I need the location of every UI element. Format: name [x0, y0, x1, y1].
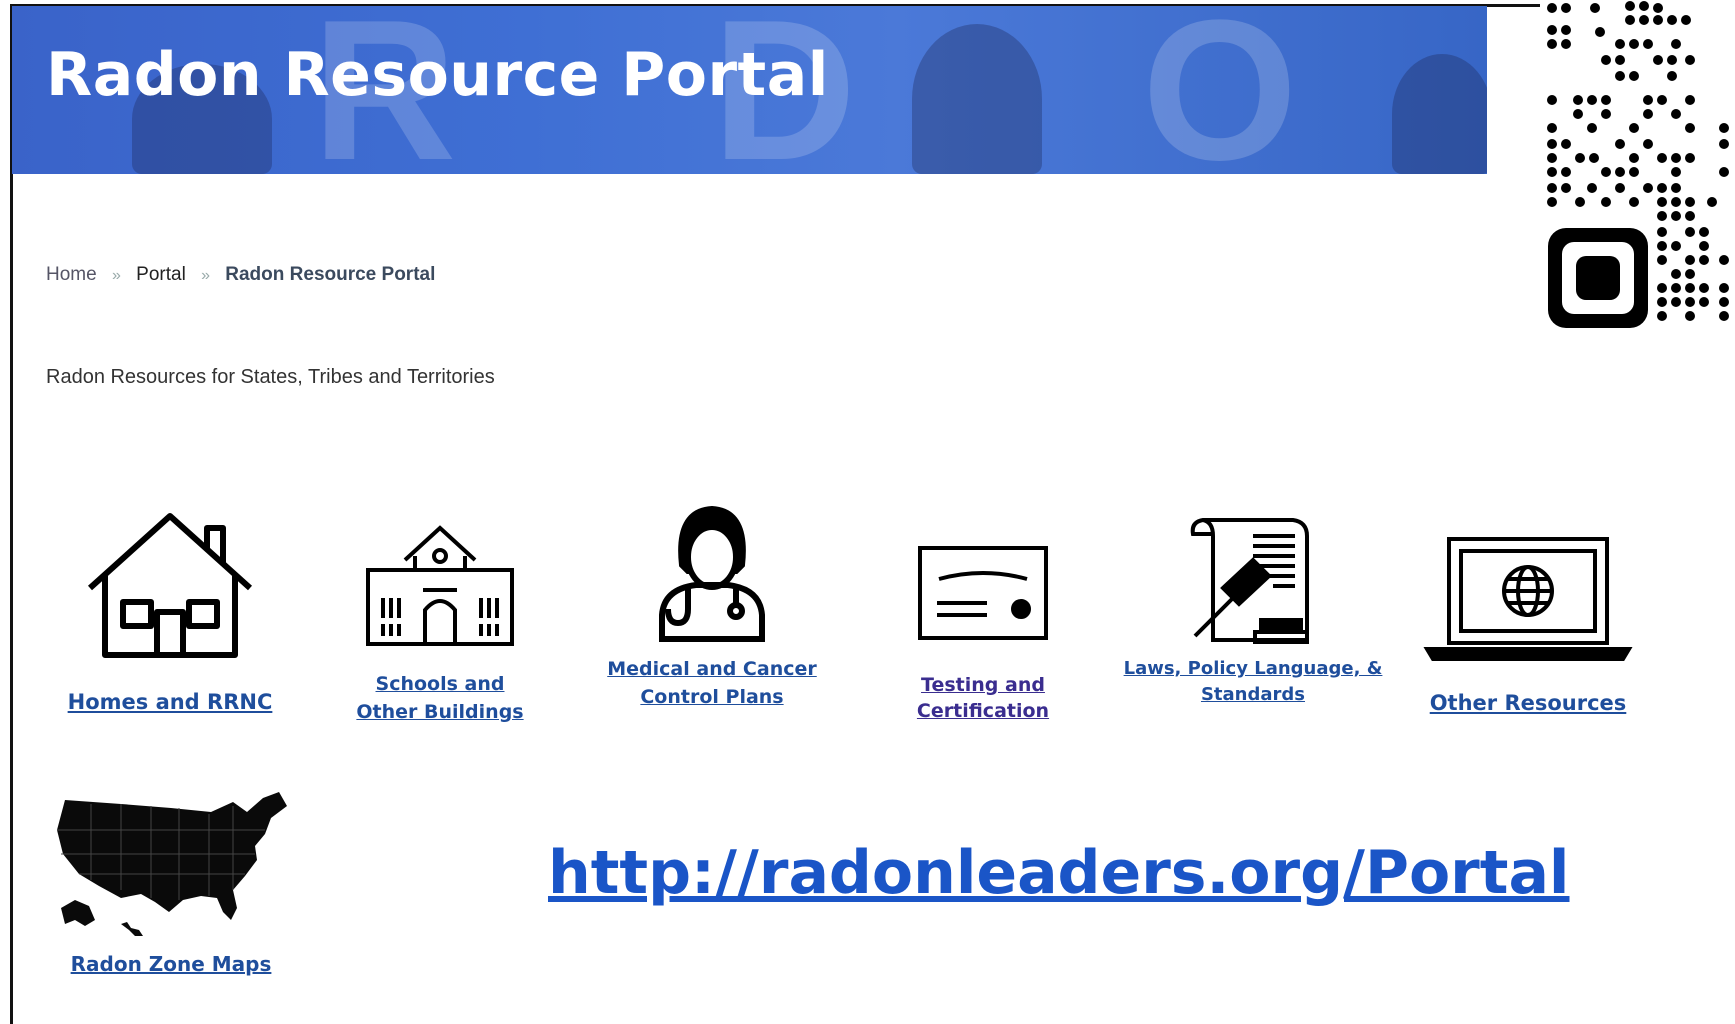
- qr-code-icon[interactable]: [1540, 0, 1735, 330]
- tile-homes[interactable]: Homes and RRNC: [60, 510, 280, 716]
- tile-link[interactable]: Radon Zone Maps: [46, 950, 296, 978]
- tile-other-resources[interactable]: Other Resources: [1418, 535, 1638, 717]
- page-title: Radon Resource Portal: [46, 40, 829, 110]
- header-banner: R D O Radon Resource Portal: [12, 6, 1487, 174]
- tile-zone-maps[interactable]: Radon Zone Maps: [46, 790, 296, 978]
- breadcrumb: Home » Portal » Radon Resource Portal: [46, 264, 445, 286]
- portal-url-link[interactable]: http://radonleaders.org/Portal: [548, 838, 1570, 908]
- school-icon: [366, 525, 514, 646]
- tile-link[interactable]: Laws, Policy Language, &: [1118, 656, 1388, 682]
- tile-link[interactable]: Standards: [1118, 682, 1388, 708]
- certificate-icon: [918, 546, 1048, 640]
- tile-laws[interactable]: Laws, Policy Language, & Standards: [1118, 516, 1388, 708]
- tile-medical[interactable]: Medical and Cancer Control Plans: [602, 505, 822, 711]
- banner-bg-person: [912, 24, 1042, 174]
- breadcrumb-separator: »: [201, 267, 210, 284]
- gavel-document-icon: [1190, 517, 1309, 644]
- tile-schools[interactable]: Schools and Other Buildings: [330, 520, 550, 726]
- tile-link[interactable]: Medical and Cancer: [602, 655, 822, 683]
- breadcrumb-portal[interactable]: Portal: [136, 264, 186, 285]
- page-subtitle: Radon Resources for States, Tribes and T…: [46, 366, 495, 388]
- tile-link[interactable]: Schools and: [330, 670, 550, 698]
- breadcrumb-current: Radon Resource Portal: [225, 264, 436, 285]
- us-map-icon: [57, 792, 287, 936]
- tile-link[interactable]: Testing and: [873, 671, 1093, 699]
- laptop-globe-icon: [1423, 537, 1633, 661]
- house-icon: [87, 513, 253, 658]
- banner-bg-letter: O: [1142, 6, 1298, 174]
- doctor-icon: [659, 505, 765, 642]
- tile-link[interactable]: Control Plans: [602, 683, 822, 711]
- banner-bg-person: [1392, 54, 1487, 174]
- tile-link[interactable]: Other Resources: [1418, 689, 1638, 717]
- tile-link[interactable]: Certification: [873, 697, 1093, 725]
- breadcrumb-separator: »: [111, 267, 121, 284]
- tile-testing[interactable]: Testing and Certification: [873, 545, 1093, 725]
- tile-link[interactable]: Other Buildings: [330, 698, 550, 726]
- breadcrumb-home[interactable]: Home: [46, 264, 97, 285]
- tile-link[interactable]: Homes and RRNC: [60, 688, 280, 716]
